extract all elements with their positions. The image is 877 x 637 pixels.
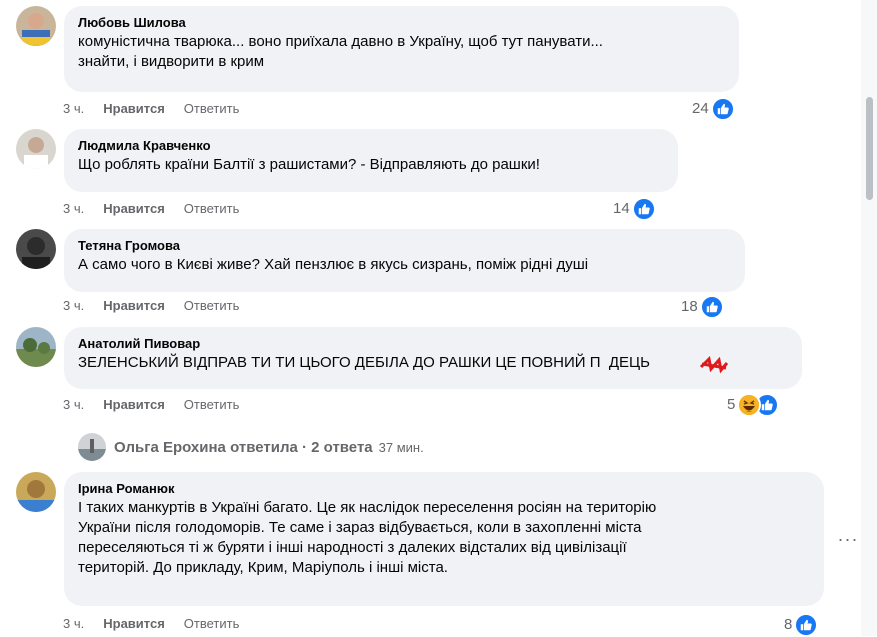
comment-actions: 3 ч. Нравится Ответить <box>63 101 239 117</box>
haha-icon <box>737 393 762 417</box>
scrollbar-thumb[interactable] <box>866 97 873 200</box>
reply-button[interactable]: Ответить <box>184 397 240 413</box>
comment-time[interactable]: 3 ч. <box>63 298 84 314</box>
like-icon <box>631 197 656 221</box>
comment-text: А само чого в Києві живе? Хай пензлює в … <box>78 256 589 273</box>
reply-button[interactable]: Ответить <box>184 201 240 217</box>
reaction-count: 14 <box>613 200 630 217</box>
avatar <box>78 433 106 461</box>
comment-time[interactable]: 3 ч. <box>63 101 84 117</box>
comment-time[interactable]: 3 ч. <box>63 201 84 217</box>
reaction-summary[interactable]: 24 <box>692 97 735 121</box>
comment-text: ЗЕЛЕНСЬКИЙ ВІДПРАВ ТИ ТИ ЦЬОГО ДЕБІЛА ДО… <box>78 354 650 371</box>
comment-actions: 3 ч. Нравится Ответить <box>63 397 239 413</box>
reaction-summary[interactable]: 18 <box>681 295 724 319</box>
reaction-summary[interactable]: 5 <box>727 393 780 417</box>
comment-text: Що роблять країни Балтії з рашистами? - … <box>78 156 540 173</box>
comment-text: комуністична тварюка... воно приїхала да… <box>78 33 603 70</box>
reply-button[interactable]: Ответить <box>184 101 240 117</box>
comment-bubble: Анатолий Пивовар ЗЕЛЕНСЬКИЙ ВІДПРАВ ТИ Т… <box>64 327 802 389</box>
comment-author[interactable]: Анатолий Пивовар <box>78 335 790 352</box>
reaction-summary[interactable]: 14 <box>613 197 656 221</box>
comment-bubble: Любовь Шилова комуністична тварюка... во… <box>64 6 739 92</box>
avatar[interactable] <box>16 129 56 169</box>
avatar[interactable] <box>16 229 56 269</box>
replies-time: 37 мин. <box>378 439 424 455</box>
comment-actions: 3 ч. Нравится Ответить <box>63 201 239 217</box>
like-icon <box>699 295 724 319</box>
more-options-button[interactable]: ··· <box>836 529 860 549</box>
like-icon <box>794 613 819 637</box>
avatar[interactable] <box>16 472 56 512</box>
reply-button[interactable]: Ответить <box>184 298 240 314</box>
like-button[interactable]: Нравится <box>103 201 165 217</box>
comment-author[interactable]: Людмила Кравченко <box>78 137 666 154</box>
comment-bubble: Тетяна Громова А само чого в Києві живе?… <box>64 229 745 292</box>
comment-time[interactable]: 3 ч. <box>63 616 84 632</box>
reaction-summary[interactable]: 8 <box>784 613 819 637</box>
comment-author[interactable]: Любовь Шилова <box>78 14 727 31</box>
reaction-count: 24 <box>692 100 709 117</box>
replies-summary[interactable]: Ольга Ерохина ответила · 2 ответа <box>114 439 373 456</box>
like-button[interactable]: Нравится <box>103 397 165 413</box>
view-replies-link[interactable]: Ольга Ерохина ответила · 2 ответа 37 мин… <box>78 433 424 461</box>
like-icon <box>710 97 735 121</box>
reaction-count: 5 <box>727 396 736 413</box>
reaction-count: 18 <box>681 298 698 315</box>
like-button[interactable]: Нравится <box>103 101 165 117</box>
avatar[interactable] <box>16 6 56 46</box>
avatar[interactable] <box>16 327 56 367</box>
comment-author[interactable]: Тетяна Громова <box>78 237 733 254</box>
comment-text: І таких манкуртів в Україні багато. Це я… <box>78 499 657 576</box>
comment-actions: 3 ч. Нравится Ответить <box>63 616 239 632</box>
comment-bubble: Ірина Романюк І таких манкуртів в Україн… <box>64 472 824 606</box>
comment-time[interactable]: 3 ч. <box>63 397 84 413</box>
comment-author[interactable]: Ірина Романюк <box>78 480 812 497</box>
reply-button[interactable]: Ответить <box>184 616 240 632</box>
scrollbar[interactable] <box>861 0 877 636</box>
censor-scribble <box>699 355 729 374</box>
comment-bubble: Людмила Кравченко Що роблять країни Балт… <box>64 129 678 192</box>
like-button[interactable]: Нравится <box>103 298 165 314</box>
comment-actions: 3 ч. Нравится Ответить <box>63 298 239 314</box>
like-button[interactable]: Нравится <box>103 616 165 632</box>
reaction-count: 8 <box>784 616 793 633</box>
